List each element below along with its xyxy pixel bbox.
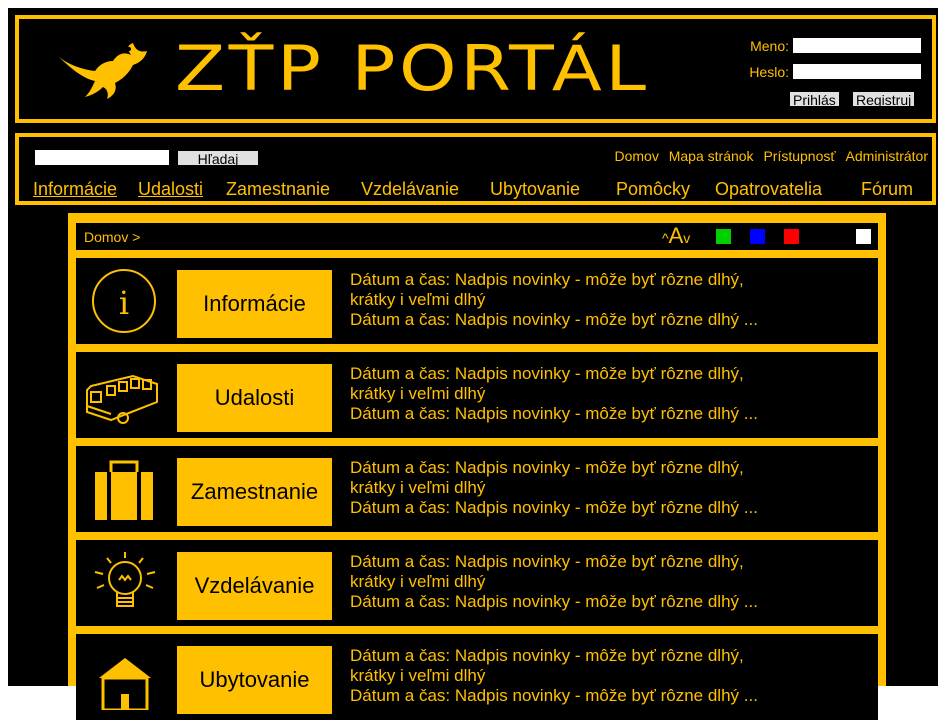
font-size-control: ^Av	[662, 224, 690, 250]
news-item[interactable]: Dátum a čas: Nadpis novinky - môže byť r…	[350, 552, 870, 572]
category-row: Zamestnanie Dátum a čas: Nadpis novinky …	[76, 446, 878, 532]
red-theme-swatch[interactable]	[784, 229, 799, 244]
lightbulb-icon	[94, 552, 156, 607]
news-item[interactable]: Dátum a čas: Nadpis novinky - môže byť r…	[350, 270, 870, 290]
top-links: Domov Mapa stránok Prístupnosť Administr…	[608, 148, 928, 164]
house-icon	[99, 658, 151, 710]
category-button-informacie[interactable]: Informácie	[177, 270, 332, 338]
menu-item-opatrovatelia[interactable]: Opatrovatelia	[715, 179, 822, 200]
site-header: ZŤP PORTÁL Meno: Heslo: Prihlás Registru…	[15, 15, 936, 123]
news-item[interactable]: Dátum a čas: Nadpis novinky - môže byť r…	[350, 498, 870, 518]
news-item[interactable]: Dátum a čas: Nadpis novinky - môže byť r…	[350, 686, 870, 706]
category-button-udalosti[interactable]: Udalosti	[177, 364, 332, 432]
news-list: Dátum a čas: Nadpis novinky - môže byť r…	[350, 364, 870, 424]
news-list: Dátum a čas: Nadpis novinky - môže byť r…	[350, 458, 870, 518]
menu-item-informacie[interactable]: Informácie	[33, 179, 117, 200]
name-input[interactable]	[793, 38, 921, 53]
main-menu: Informácie Udalosti Zamestnanie Vzdeláva…	[33, 179, 933, 203]
menu-item-forum[interactable]: Fórum	[861, 179, 913, 200]
news-item[interactable]: krátky i veľmi dlhý	[350, 290, 870, 310]
news-list: Dátum a čas: Nadpis novinky - môže byť r…	[350, 646, 870, 706]
news-item[interactable]: krátky i veľmi dlhý	[350, 384, 870, 404]
news-list: Dátum a čas: Nadpis novinky - môže byť r…	[350, 270, 870, 330]
login-button[interactable]: Prihlás	[789, 91, 840, 108]
name-label: Meno:	[750, 38, 789, 54]
menu-item-zamestnanie[interactable]: Zamestnanie	[226, 179, 330, 200]
site-logo-text: ZŤP PORTÁL	[175, 32, 650, 105]
link-home[interactable]: Domov	[614, 148, 658, 164]
menu-item-udalosti[interactable]: Udalosti	[138, 179, 203, 200]
svg-text:i: i	[119, 284, 129, 322]
main-content: Domov > ^Av i Informácie Dátum a čas: Na…	[68, 213, 886, 720]
link-sitemap[interactable]: Mapa stránok	[669, 148, 754, 164]
news-item[interactable]: krátky i veľmi dlhý	[350, 478, 870, 498]
news-item[interactable]: Dátum a čas: Nadpis novinky - môže byť r…	[350, 364, 870, 384]
news-item[interactable]: Dátum a čas: Nadpis novinky - môže byť r…	[350, 646, 870, 666]
suitcase-icon	[95, 460, 153, 520]
category-row: i Informácie Dátum a čas: Nadpis novinky…	[76, 258, 878, 344]
breadcrumb-bar: Domov > ^Av	[76, 223, 878, 250]
password-input[interactable]	[793, 64, 921, 79]
password-label: Heslo:	[749, 64, 789, 80]
font-increase-icon[interactable]: ^	[662, 230, 669, 246]
menu-item-vzdelavanie[interactable]: Vzdelávanie	[361, 179, 459, 200]
news-item[interactable]: Dátum a čas: Nadpis novinky - môže byť r…	[350, 404, 870, 424]
category-row: Udalosti Dátum a čas: Nadpis novinky - m…	[76, 352, 878, 438]
news-item[interactable]: Dátum a čas: Nadpis novinky - môže byť r…	[350, 310, 870, 330]
menu-item-ubytovanie[interactable]: Ubytovanie	[490, 179, 580, 200]
category-button-zamestnanie[interactable]: Zamestnanie	[177, 458, 332, 526]
blue-theme-swatch[interactable]	[750, 229, 765, 244]
news-item[interactable]: Dátum a čas: Nadpis novinky - môže byť r…	[350, 458, 870, 478]
news-item[interactable]: krátky i veľmi dlhý	[350, 666, 870, 686]
category-button-ubytovanie[interactable]: Ubytovanie	[177, 646, 332, 714]
menu-item-pomocky[interactable]: Pomôcky	[616, 179, 690, 200]
info-icon: i	[92, 269, 156, 333]
dove-logo-icon	[57, 43, 147, 99]
search-button[interactable]: Hľadaj	[177, 150, 259, 167]
font-size-label: A	[668, 223, 684, 248]
breadcrumb[interactable]: Domov >	[84, 229, 140, 245]
news-item[interactable]: Dátum a čas: Nadpis novinky - môže byť r…	[350, 592, 870, 612]
white-theme-swatch[interactable]	[856, 229, 871, 244]
link-administrator[interactable]: Administrátor	[846, 148, 928, 164]
category-row: Vzdelávanie Dátum a čas: Nadpis novinky …	[76, 540, 878, 626]
register-button[interactable]: Registruj	[852, 91, 916, 108]
search-input[interactable]	[35, 150, 169, 165]
green-theme-swatch[interactable]	[716, 229, 731, 244]
news-item[interactable]: krátky i veľmi dlhý	[350, 572, 870, 592]
category-button-vzdelavanie[interactable]: Vzdelávanie	[177, 552, 332, 620]
navigation-bar: Hľadaj Domov Mapa stránok Prístupnosť Ad…	[15, 133, 936, 205]
bus-icon	[86, 374, 158, 424]
news-list: Dátum a čas: Nadpis novinky - môže byť r…	[350, 552, 870, 612]
link-accessibility[interactable]: Prístupnosť	[763, 148, 835, 164]
category-row: Ubytovanie Dátum a čas: Nadpis novinky -…	[76, 634, 878, 720]
font-decrease-icon[interactable]: v	[683, 230, 690, 246]
